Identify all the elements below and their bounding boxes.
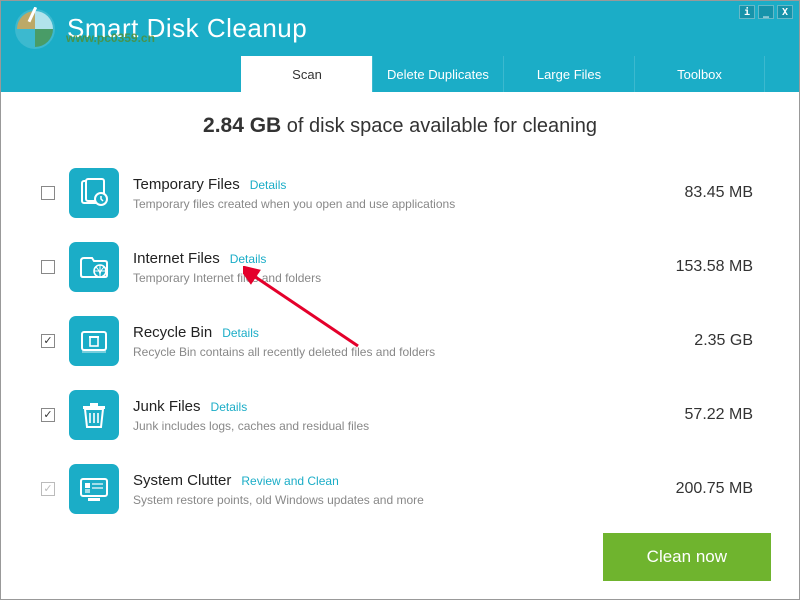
watermark-text: www.pc0359.cn	[66, 31, 155, 45]
close-button[interactable]: X	[777, 5, 793, 19]
app-logo	[13, 7, 57, 51]
item-desc: Temporary Internet files and folders	[133, 271, 649, 285]
tab-scan[interactable]: Scan	[241, 56, 372, 92]
list-item: Internet Files Details Temporary Internet …	[41, 230, 759, 304]
item-desc: Recycle Bin contains all recently delete…	[133, 345, 649, 359]
item-text: Recycle Bin Details Recycle Bin contains a…	[133, 324, 649, 359]
summary-text: 2.84 GB of disk space available for clea…	[1, 92, 799, 156]
list-item: Junk Files Details Junk includes logs, cac…	[41, 378, 759, 452]
item-title: Temporary Files	[133, 176, 240, 193]
item-title: System Clutter	[133, 472, 231, 489]
item-desc: Junk includes logs, caches and residual …	[133, 419, 649, 433]
checkbox[interactable]	[41, 260, 55, 274]
list-item: System Clutter Review and Clean System res…	[41, 452, 759, 526]
details-link[interactable]: Details	[250, 178, 287, 192]
item-text: System Clutter Review and Clean System res…	[133, 472, 649, 507]
checkbox[interactable]	[41, 334, 55, 348]
temp-icon	[69, 168, 119, 218]
item-desc: Temporary files created when you open an…	[133, 197, 649, 211]
list-item: Temporary Files Details Temporary files cr…	[41, 156, 759, 230]
checkbox[interactable]	[41, 186, 55, 200]
item-size: 83.45 MB	[649, 184, 759, 202]
details-link[interactable]: Review and Clean	[241, 474, 338, 488]
item-text: Junk Files Details Junk includes logs, cac…	[133, 398, 649, 433]
item-desc: System restore points, old Windows updat…	[133, 493, 649, 507]
item-title: Internet Files	[133, 250, 220, 267]
junk-icon	[69, 390, 119, 440]
item-size: 153.58 MB	[649, 258, 759, 276]
footer: Clean now	[603, 533, 771, 581]
item-size: 200.75 MB	[649, 480, 759, 498]
scan-list: Temporary Files Details Temporary files cr…	[1, 156, 799, 526]
app-window: Smart Disk Cleanup www.pc0359.cn i _ X S…	[0, 0, 800, 600]
clean-now-button[interactable]: Clean now	[603, 533, 771, 581]
summary-suffix: of disk space available for cleaning	[281, 115, 597, 137]
details-link[interactable]: Details	[211, 400, 248, 414]
item-title: Junk Files	[133, 398, 201, 415]
item-size: 57.22 MB	[649, 406, 759, 424]
internet-icon	[69, 242, 119, 292]
summary-amount: 2.84 GB	[203, 114, 281, 137]
checkbox[interactable]	[41, 482, 55, 496]
window-controls: i _ X	[739, 5, 793, 19]
checkbox[interactable]	[41, 408, 55, 422]
item-text: Temporary Files Details Temporary files cr…	[133, 176, 649, 211]
item-text: Internet Files Details Temporary Internet …	[133, 250, 649, 285]
tab-bar: ScanDelete DuplicatesLarge FilesToolbox	[1, 56, 799, 92]
system-icon	[69, 464, 119, 514]
item-title: Recycle Bin	[133, 324, 212, 341]
tab-toolbox[interactable]: Toolbox	[634, 56, 765, 92]
recycle-icon	[69, 316, 119, 366]
item-size: 2.35 GB	[649, 332, 759, 350]
tab-delete-duplicates[interactable]: Delete Duplicates	[372, 56, 503, 92]
list-item: Recycle Bin Details Recycle Bin contains a…	[41, 304, 759, 378]
minimize-button[interactable]: _	[758, 5, 774, 19]
details-link[interactable]: Details	[222, 326, 259, 340]
info-button[interactable]: i	[739, 5, 755, 19]
tab-large-files[interactable]: Large Files	[503, 56, 634, 92]
title-bar: Smart Disk Cleanup www.pc0359.cn i _ X	[1, 1, 799, 56]
details-link[interactable]: Details	[230, 252, 267, 266]
